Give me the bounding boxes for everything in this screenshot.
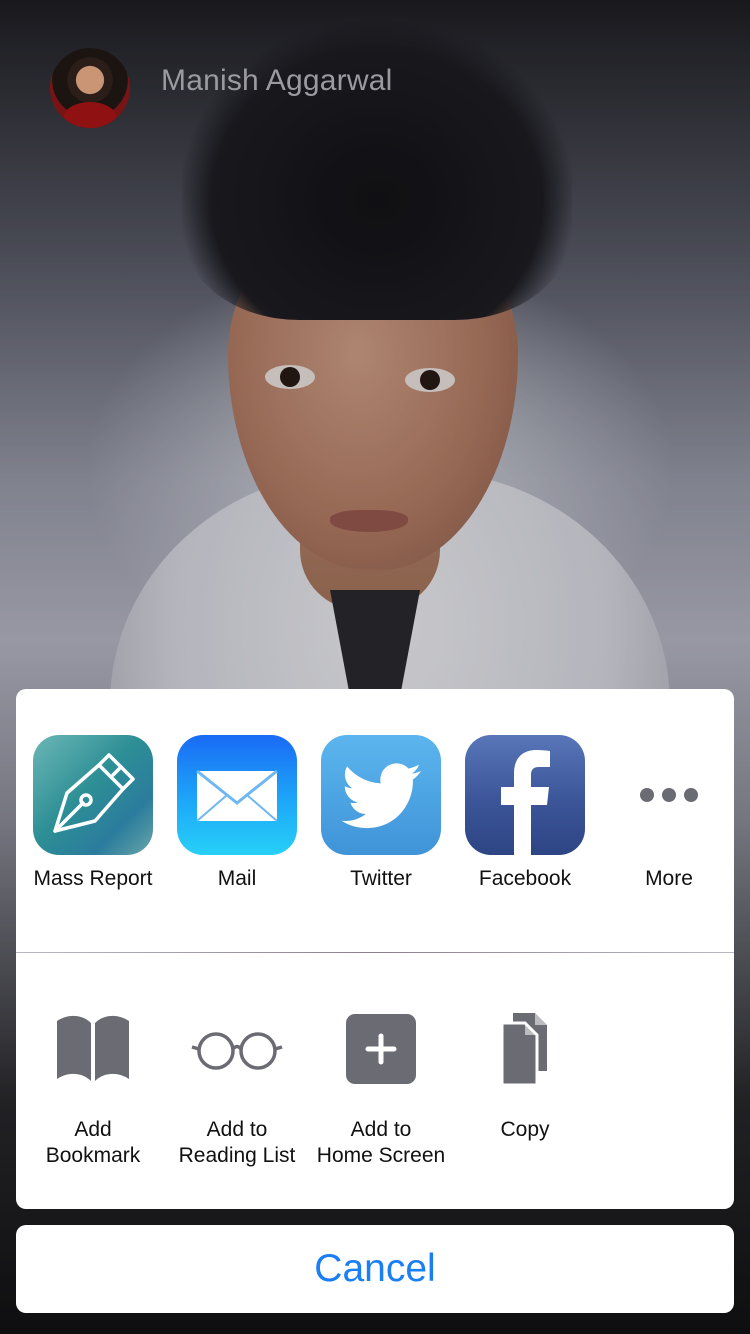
action-label-line2: Bookmark [45, 1144, 141, 1167]
twitter-bird-icon [321, 735, 441, 855]
pen-nib-icon [33, 735, 153, 855]
share-sheet: Mass Report Mail Twitter Facebook More A… [16, 689, 734, 1209]
action-label-line2: Home Screen [316, 1144, 446, 1167]
share-actions-row: Add Bookmark Add to Reading List Add to … [16, 953, 734, 1209]
share-app-label: Mass Report [33, 867, 153, 890]
book-icon [43, 1009, 143, 1089]
action-label-line1: Add to [350, 1118, 412, 1141]
facebook-f-icon [465, 735, 585, 855]
more-dots-icon [609, 735, 729, 855]
action-label: Add Bookmark [21, 1117, 165, 1169]
glasses-icon [187, 1009, 287, 1089]
author-avatar[interactable] [50, 48, 130, 128]
action-copy[interactable]: Copy [453, 1009, 597, 1143]
action-label-line1: Add [74, 1118, 112, 1141]
plus-square-icon [331, 1009, 431, 1089]
share-app-more[interactable]: More [597, 735, 734, 891]
share-app-mail[interactable]: Mail [165, 735, 309, 891]
share-app-label: Facebook [478, 867, 572, 890]
share-app-twitter[interactable]: Twitter [309, 735, 453, 891]
author-name[interactable]: Manish Aggarwal [161, 64, 392, 98]
action-label-line1: Copy [500, 1118, 550, 1141]
share-app-label: More [645, 867, 693, 890]
action-label-line2: Reading List [178, 1144, 296, 1167]
action-add-home-screen[interactable]: Add to Home Screen [309, 1009, 453, 1169]
action-label: Copy [453, 1117, 597, 1143]
action-add-bookmark[interactable]: Add Bookmark [21, 1009, 165, 1169]
action-label-line1: Add to [206, 1118, 268, 1141]
action-add-reading-list[interactable]: Add to Reading List [165, 1009, 309, 1169]
action-label: Add to Reading List [165, 1117, 309, 1169]
copy-documents-icon [475, 1009, 575, 1089]
cancel-button[interactable]: Cancel [16, 1225, 734, 1313]
share-app-mass-report[interactable]: Mass Report [21, 735, 165, 891]
share-app-label: Twitter [350, 867, 412, 890]
action-label: Add to Home Screen [309, 1117, 453, 1169]
share-app-label: Mail [217, 867, 257, 890]
share-apps-row: Mass Report Mail Twitter Facebook More [16, 689, 734, 952]
envelope-icon [177, 735, 297, 855]
share-app-facebook[interactable]: Facebook [453, 735, 597, 891]
